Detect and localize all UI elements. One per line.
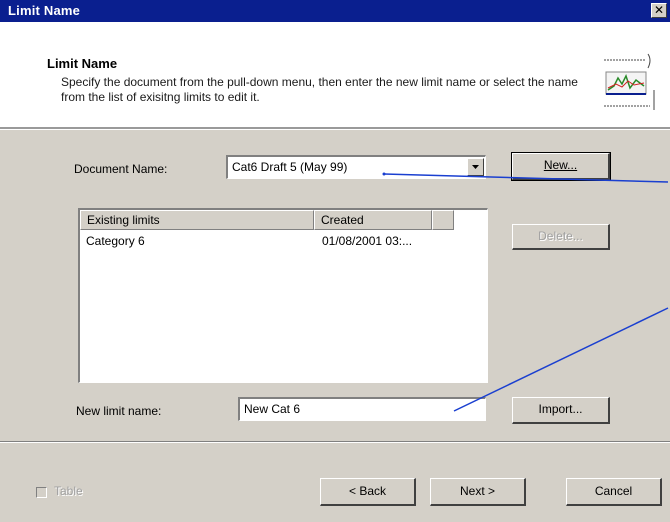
callout-dot-document [382, 172, 386, 176]
callout-lines [382, 172, 669, 412]
callout-line-document [383, 173, 669, 183]
callout-line-limit [453, 307, 669, 412]
